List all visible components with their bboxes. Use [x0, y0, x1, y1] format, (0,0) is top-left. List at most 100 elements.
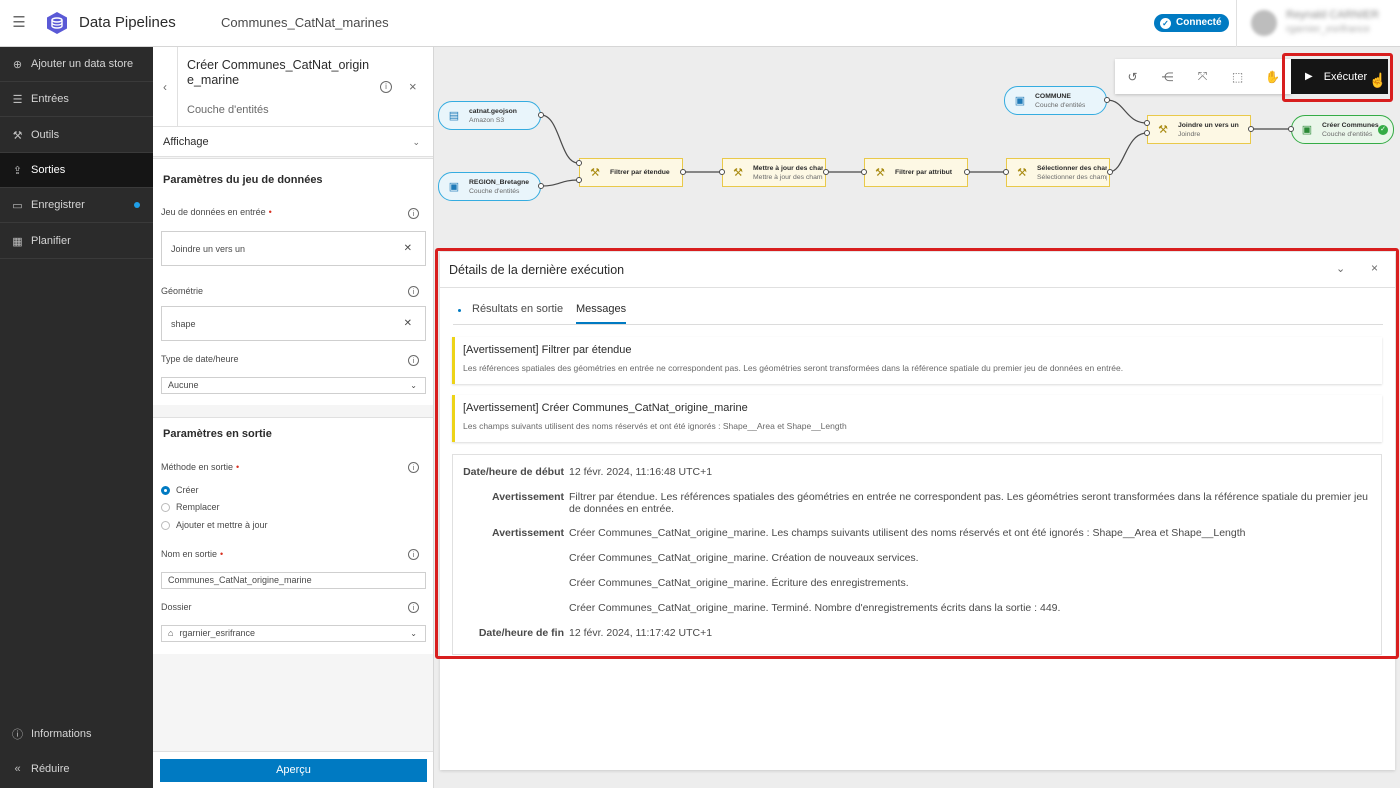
node-catnat-geojson[interactable]: ▤ catnat.geojson Amazon S3 — [438, 101, 541, 130]
node-input-port[interactable] — [719, 169, 725, 175]
radio-label: Ajouter et mettre à jour — [176, 520, 268, 530]
field-label-text: Jeu de données en entrée — [161, 207, 266, 217]
required-indicator: • — [236, 462, 240, 472]
highlight-run-details — [435, 248, 1399, 659]
radio-create[interactable]: Créer — [161, 485, 199, 495]
radio-replace[interactable]: Remplacer — [161, 502, 220, 512]
info-icon[interactable]: i — [408, 208, 419, 219]
node-output-port[interactable] — [538, 183, 544, 189]
node-subtitle: Couche d'entités — [469, 187, 520, 195]
node-input-port[interactable] — [1288, 126, 1294, 132]
hammer-icon: ⚒ — [875, 167, 885, 179]
check-icon: ✓ — [1160, 17, 1171, 29]
select-value: rgarnier_esrifrance — [179, 628, 255, 638]
node-filter-attribute[interactable]: ⚒ Filtrer par attribut — [864, 158, 968, 187]
node-input-port[interactable] — [1144, 130, 1150, 136]
hammer-icon: ⚒ — [590, 167, 600, 179]
share-icon[interactable]: ⋲ — [1150, 59, 1185, 94]
nav-item-tools[interactable]: ⚒ Outils — [0, 118, 153, 153]
node-input-port[interactable] — [576, 160, 582, 166]
back-icon[interactable]: ‹ — [153, 47, 178, 127]
export-icon: ⇪ — [12, 164, 23, 177]
radio-append-update[interactable]: Ajouter et mettre à jour — [161, 520, 268, 530]
info-icon[interactable]: i — [408, 602, 419, 613]
folder-select[interactable]: ⌂ rgarnier_esrifrance ⌄ — [161, 625, 426, 642]
node-input-port[interactable] — [1003, 169, 1009, 175]
nav-item-outputs[interactable]: ⇪ Sorties — [0, 153, 153, 188]
node-output-port[interactable] — [680, 169, 686, 175]
node-title: COMMUNE — [1035, 92, 1071, 100]
nav-item-label: Ajouter un data store — [31, 58, 134, 70]
node-output-port[interactable] — [823, 169, 829, 175]
node-output-port[interactable] — [1104, 97, 1110, 103]
select-value: Aucune — [168, 380, 199, 390]
info-icon[interactable]: i — [380, 81, 392, 93]
data-pipelines-logo-icon — [47, 12, 67, 34]
node-create-output[interactable]: ▣ Créer Communes_CatNat_origine_marineCo… — [1291, 115, 1394, 144]
radio-button[interactable] — [161, 502, 170, 512]
node-input-port[interactable] — [576, 177, 582, 183]
nav-item-inputs[interactable]: ☰ Entrées — [0, 82, 153, 117]
field-label: Dossier — [161, 602, 192, 612]
node-output-port[interactable] — [1248, 126, 1254, 132]
required-indicator: • — [220, 549, 224, 559]
node-select-fields[interactable]: ⚒ Sélectionner des champsSélectionner de… — [1006, 158, 1110, 187]
highlight-execute — [1282, 53, 1393, 102]
node-output-port[interactable] — [964, 169, 970, 175]
calendar-icon: ▦ — [12, 235, 23, 248]
radio-label: Remplacer — [176, 502, 220, 512]
nav-item-label: Entrées — [31, 93, 69, 105]
avatar[interactable] — [1251, 10, 1277, 36]
display-accordion[interactable]: Affichage ⌄ — [153, 127, 433, 157]
node-region-bretagne[interactable]: ▣ REGION_Bretagne Couche d'entités — [438, 172, 541, 201]
geometry-field[interactable]: shape ✕ — [161, 306, 426, 341]
history-icon[interactable]: ↺ — [1115, 59, 1150, 94]
field-value: Joindre un vers un — [171, 243, 246, 254]
node-input-port[interactable] — [861, 169, 867, 175]
node-subtitle: Couche d'entités — [1035, 101, 1086, 109]
nav-item-save[interactable]: ▭ Enregistrer — [0, 188, 153, 223]
radio-button[interactable] — [161, 520, 170, 530]
connection-status-badge[interactable]: ✓ Connecté — [1154, 14, 1229, 32]
clear-icon[interactable]: ✕ — [404, 243, 412, 254]
field-label-text: Nom en sortie — [161, 549, 218, 559]
clear-icon[interactable]: ✕ — [404, 318, 412, 329]
node-output-port[interactable] — [1107, 169, 1113, 175]
success-check-icon: ✓ — [1378, 125, 1388, 135]
node-title: Filtrer par étendue — [610, 169, 670, 176]
info-icon[interactable]: i — [408, 286, 419, 297]
node-subtitle: Sélectionner des champs — [1037, 173, 1107, 181]
connection-status-label: Connecté — [1176, 17, 1222, 28]
document-name[interactable]: Communes_CatNat_marines — [221, 15, 389, 30]
nav-item-schedule[interactable]: ▦ Planifier — [0, 224, 153, 259]
datetime-type-select[interactable]: Aucune ⌄ — [161, 377, 426, 394]
select-area-icon[interactable]: ⬚ — [1220, 59, 1255, 94]
hammer-icon: ⚒ — [733, 167, 743, 179]
preview-button[interactable]: Aperçu — [160, 759, 427, 782]
node-input-port[interactable] — [1144, 120, 1150, 126]
output-name-input[interactable]: Communes_CatNat_origine_marine — [161, 572, 426, 589]
zoom-to-fit-icon[interactable]: ⤧ — [1185, 59, 1220, 94]
layer-icon: ▣ — [1014, 95, 1026, 107]
node-filter-extent[interactable]: ⚒ Filtrer par étendue — [579, 158, 683, 187]
node-update-fields[interactable]: ⚒ Mettre à jour des champsMettre à jour … — [722, 158, 826, 187]
info-icon[interactable]: i — [408, 462, 419, 473]
app-name: Data Pipelines — [79, 14, 176, 31]
info-icon[interactable]: i — [408, 355, 419, 366]
input-dataset-field[interactable]: Joindre un vers un ✕ — [161, 231, 426, 266]
nav-item-add-datastore[interactable]: ⊕ Ajouter un data store — [0, 47, 153, 82]
nav-item-collapse[interactable]: « Réduire — [0, 754, 153, 784]
nav-item-label: Enregistrer — [31, 199, 85, 211]
nav-item-label: Réduire — [31, 763, 70, 775]
unsaved-indicator — [134, 202, 140, 208]
node-join-one-to-one[interactable]: ⚒ Joindre un vers un Joindre — [1147, 115, 1251, 144]
node-commune[interactable]: ▣ COMMUNE Couche d'entités — [1004, 86, 1107, 115]
node-output-port[interactable] — [538, 112, 544, 118]
radio-button[interactable] — [161, 485, 170, 495]
info-icon[interactable]: i — [408, 549, 419, 560]
nav-item-information[interactable]: ⓘ Informations — [0, 719, 153, 749]
menu-icon[interactable]: ☰ — [10, 14, 28, 32]
close-icon[interactable]: × — [409, 79, 417, 94]
radio-label: Créer — [176, 485, 199, 495]
user-name: Reynald CARNIER — [1286, 9, 1379, 21]
